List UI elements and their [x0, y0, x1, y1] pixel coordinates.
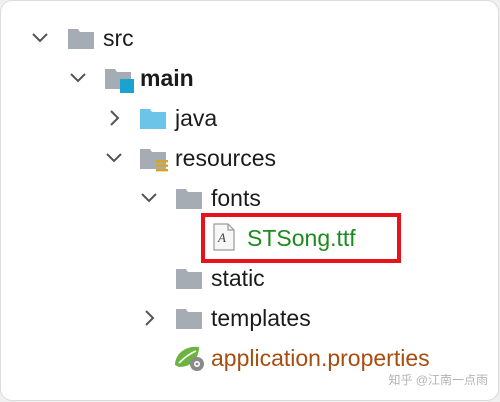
source-root-folder-icon: [104, 66, 134, 99]
folder-icon: [67, 26, 95, 55]
chevron-right-icon[interactable]: [102, 106, 126, 130]
tree-item-label: java: [175, 105, 218, 131]
resources-folder-icon: [139, 146, 169, 179]
tree-item-label: src: [103, 25, 134, 51]
folder-icon: [175, 266, 203, 295]
chevron-down-icon[interactable]: [28, 26, 52, 50]
tree-item-label: application.properties: [211, 345, 430, 371]
chevron-down-icon[interactable]: [137, 186, 161, 210]
watermark: 知乎 @江南一点雨: [388, 373, 488, 387]
spring-config-icon: [173, 343, 207, 378]
folder-icon: [175, 186, 203, 215]
tree-item-main[interactable]: main: [1, 58, 498, 98]
tree-item-fonts[interactable]: fonts: [1, 178, 498, 218]
tree-item-label: main: [140, 65, 194, 91]
project-tree-panel: src main java resources fonts A STSong.t…: [0, 0, 499, 401]
folder-icon: [139, 106, 167, 135]
chevron-right-icon[interactable]: [137, 306, 161, 330]
chevron-down-icon[interactable]: [102, 146, 126, 170]
folder-icon: [175, 306, 203, 335]
tree-item-label: fonts: [211, 185, 261, 211]
highlight-box: [201, 213, 401, 263]
tree-item-templates[interactable]: templates: [1, 298, 498, 338]
chevron-down-icon[interactable]: [66, 66, 90, 90]
tree-item-label: resources: [175, 145, 276, 171]
tree-item-label: templates: [211, 305, 311, 331]
tree-item-resources[interactable]: resources: [1, 138, 498, 178]
tree-item-src[interactable]: src: [1, 18, 498, 58]
tree-item-java[interactable]: java: [1, 98, 498, 138]
tree-item-static[interactable]: static: [1, 258, 498, 298]
tree-item-label: static: [211, 265, 265, 291]
